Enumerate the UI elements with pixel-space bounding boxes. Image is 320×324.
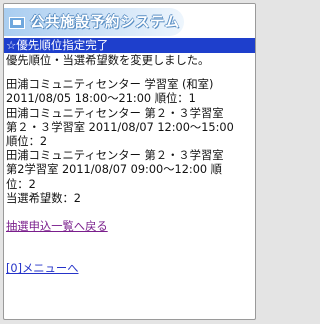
reservation-line: 田浦コミュニティセンター 第２・３学習室 <box>6 106 224 120</box>
header: 公共施設予約システム <box>4 4 255 38</box>
reservation-line: 田浦コミュニティセンター 第２・３学習室 <box>6 149 224 163</box>
reservation-line: 第2学習室 2011/08/07 09:00～12:00 順 <box>6 163 222 177</box>
menu-link[interactable]: [0]メニューへ <box>6 262 79 275</box>
result-message: 優先順位・当選希望数を変更しました。 <box>6 54 210 67</box>
reservation-line: 順位：2 <box>6 135 48 149</box>
reservation-line: 第２・３学習室 2011/08/07 12:00～15:00 <box>6 120 234 134</box>
reservation-line: 2011/08/05 18:00～21:00 順位：1 <box>6 92 196 106</box>
reservation-item: 田浦コミュニティセンター 第２・３学習室 第２・３学習室 2011/08/07 … <box>6 107 253 150</box>
reservation-item: 田浦コミュニティセンター 第２・３学習室 第2学習室 2011/08/07 09… <box>6 149 253 192</box>
phone-screen: 公共施設予約システム ☆優先順位指定完了 優先順位・当選希望数を変更しました。 … <box>3 3 256 320</box>
reservation-line: 田浦コミュニティセンター 学習室 (和室) <box>6 78 214 92</box>
app-title: 公共施設予約システム <box>30 15 180 31</box>
reservation-item: 田浦コミュニティセンター 学習室 (和室) 2011/08/05 18:00～2… <box>6 78 253 106</box>
facility-icon <box>9 17 25 29</box>
page-title-bar: ☆優先順位指定完了 <box>4 38 255 53</box>
main-content: 優先順位・当選希望数を変更しました。 田浦コミュニティセンター 学習室 (和室)… <box>4 53 255 276</box>
star-icon: ☆ <box>6 38 17 52</box>
app-logo-banner: 公共施設予約システム <box>4 8 184 36</box>
back-to-lottery-list-link[interactable]: 抽選申込一覧へ戻る <box>6 220 108 233</box>
desired-wins: 当選希望数：2 <box>6 191 81 205</box>
reservation-line: 位：2 <box>6 177 36 191</box>
page-title: 優先順位指定完了 <box>16 38 109 52</box>
